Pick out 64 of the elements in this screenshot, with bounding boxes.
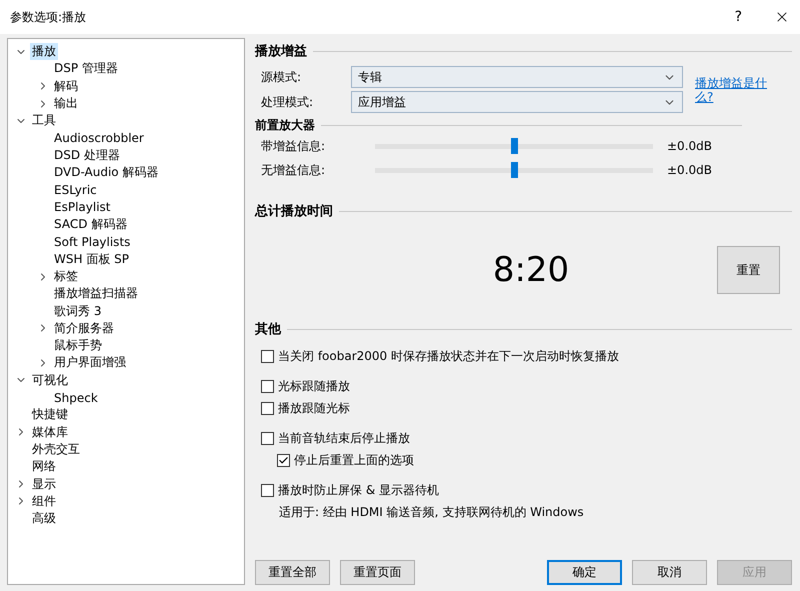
tree-item[interactable]: Shpeck	[52, 390, 100, 405]
tree-item[interactable]: DSD 处理器	[52, 146, 122, 164]
slider-thumb[interactable]	[511, 138, 518, 154]
checkbox[interactable]	[261, 484, 274, 497]
tree-item[interactable]: 标签	[52, 268, 80, 285]
checkbox-label: 当关闭 foobar2000 时保存播放状态并在下一次启动时恢复播放	[278, 348, 619, 365]
checkbox-label: 光标跟随播放	[278, 378, 350, 395]
total-time: 8:20	[492, 250, 570, 290]
tree-item[interactable]: 解码	[52, 78, 80, 95]
tree-item[interactable]: Soft Playlists	[52, 234, 132, 249]
tree-item[interactable]: 工具	[30, 112, 58, 130]
tree-item[interactable]: 简介服务器	[52, 320, 116, 337]
note-text: 适用于: 经由 HDMI 输送音频, 支持联网待机的 Windows	[278, 504, 585, 521]
tree-item[interactable]: DVD-Audio 解码器	[52, 164, 160, 182]
tree-item[interactable]: SACD 解码器	[52, 216, 130, 234]
tree-item[interactable]: 播放增益扫描器	[52, 285, 140, 302]
checkbox[interactable]	[261, 432, 274, 445]
checkbox[interactable]	[261, 350, 274, 363]
checkbox-label: 播放跟随光标	[278, 400, 350, 417]
tree-item[interactable]: 显示	[30, 476, 58, 493]
slider-reading: ±0.0dB	[667, 163, 712, 177]
tree-item[interactable]: 播放	[30, 43, 58, 60]
dialog-button[interactable]: 重置全部	[255, 560, 330, 585]
help-link[interactable]: 播放增益是什么?	[695, 76, 767, 113]
checkbox[interactable]	[261, 402, 274, 415]
tree-item[interactable]: 网络	[30, 458, 58, 476]
checkbox-label: 播放时防止屏保 & 显示器待机	[278, 482, 439, 499]
tree-item[interactable]: 歌词秀 3	[52, 302, 104, 320]
tree-item[interactable]: 组件	[30, 492, 58, 510]
tree-item[interactable]: 媒体库	[30, 424, 70, 441]
dropdown[interactable]: 专辑	[351, 66, 683, 88]
slider-label: 无增益信息:	[261, 162, 326, 178]
dialog-button[interactable]: 确定	[547, 560, 622, 585]
tree-item[interactable]: 可视化	[30, 372, 70, 389]
tree-item[interactable]: 高级	[30, 510, 58, 528]
checkbox-label: 停止后重置上面的选项	[294, 452, 414, 469]
dropdown[interactable]: 应用增益	[351, 91, 683, 113]
slider-thumb[interactable]	[511, 162, 518, 178]
section-title: 其他	[255, 321, 281, 338]
tree-item[interactable]: EsPlaylist	[52, 200, 112, 214]
slider-label: 带增益信息:	[261, 138, 326, 154]
tree-item[interactable]: DSP 管理器	[52, 60, 120, 78]
section-title: 总计播放时间	[255, 203, 333, 220]
checkbox[interactable]	[261, 380, 274, 393]
dialog-button[interactable]: 取消	[632, 560, 707, 585]
slider-reading: ±0.0dB	[667, 139, 712, 153]
dialog-button[interactable]: 重置页面	[340, 560, 415, 585]
tree-item[interactable]: Audioscrobbler	[52, 131, 146, 146]
tree-item[interactable]: ESLyric	[52, 183, 99, 198]
tree-item[interactable]: 外壳交互	[30, 440, 82, 458]
tree-item[interactable]: 快捷键	[30, 406, 70, 424]
field-label: 源模式:	[261, 68, 302, 86]
section-title: 播放增益	[255, 43, 307, 60]
tree-item[interactable]: 鼠标手势	[52, 337, 104, 354]
tree-item[interactable]: 输出	[52, 95, 80, 112]
checkbox-label: 当前音轨结束后停止播放	[278, 430, 410, 447]
window-title: 参数选项:播放	[10, 8, 88, 26]
reset-button[interactable]: 重置	[717, 246, 780, 294]
help-button[interactable]: ?	[734, 9, 742, 25]
field-label: 处理模式:	[261, 94, 314, 110]
section-title: 前置放大器	[255, 117, 315, 134]
tree-item[interactable]: WSH 面板 SP	[52, 250, 131, 268]
tree-item[interactable]: 用户界面增强	[52, 354, 128, 372]
checkbox[interactable]	[277, 454, 290, 467]
